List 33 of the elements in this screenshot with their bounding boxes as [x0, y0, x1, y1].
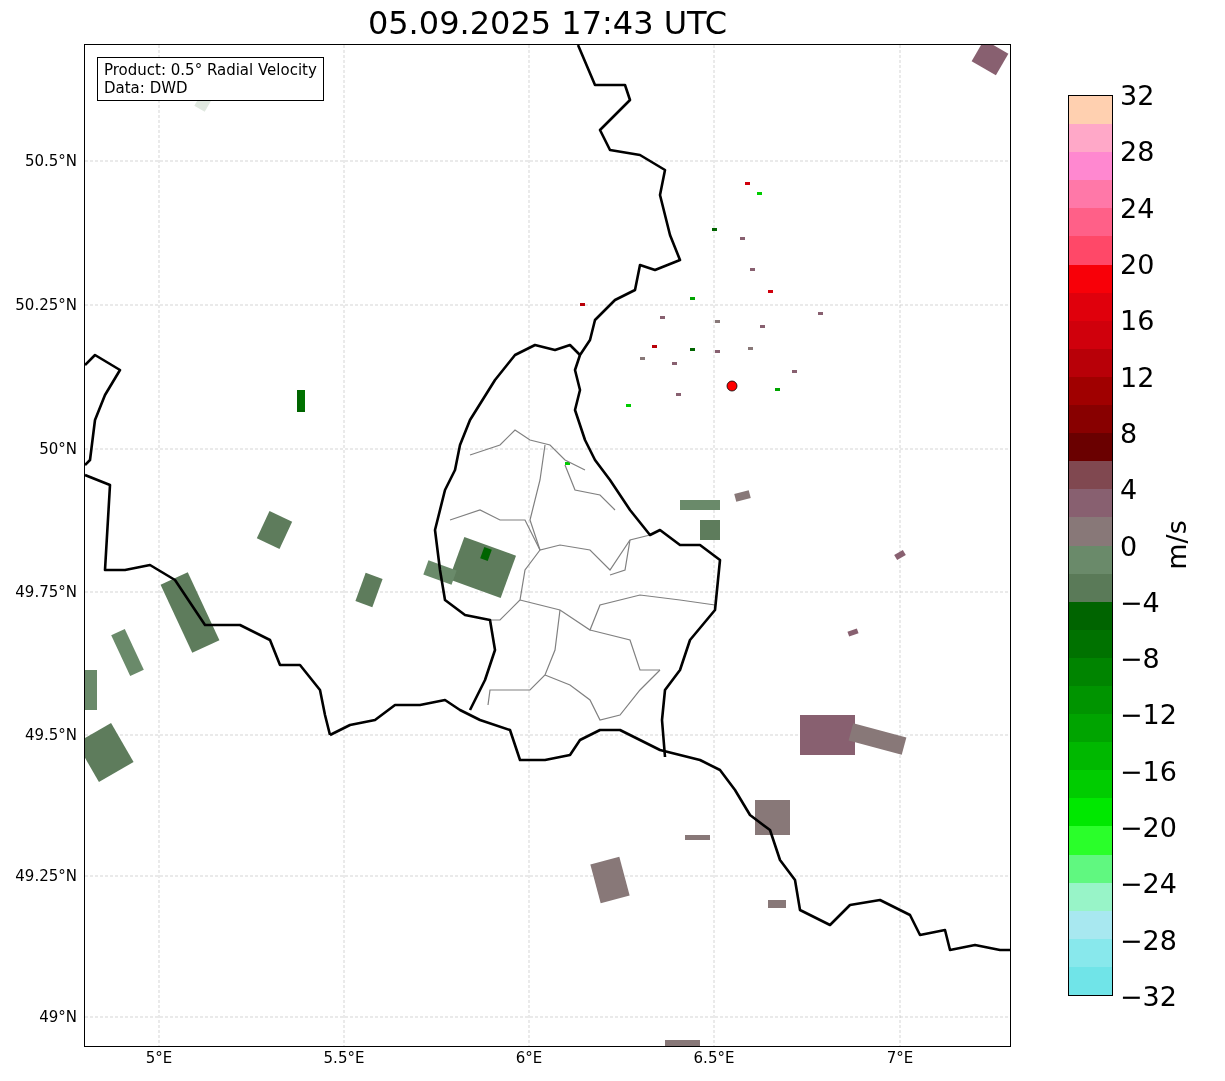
colorbar-tick-label: −28	[1120, 926, 1177, 954]
x-tick-label: 6.5°E	[693, 1051, 735, 1066]
colorbar-tick-label: −24	[1120, 869, 1177, 897]
y-tick-label: 49°N	[39, 1009, 77, 1025]
y-tick-label: 50°N	[39, 441, 77, 457]
colorbar-tick-label: 12	[1120, 363, 1155, 391]
colorbar-label: m/s	[1162, 520, 1190, 570]
y-tick-label: 49.75°N	[15, 584, 77, 600]
colorbar-tick-label: 8	[1120, 419, 1138, 447]
colorbar-tick-label: 20	[1120, 250, 1155, 278]
colorbar-tick-label: −16	[1120, 757, 1177, 785]
y-tick-label: 50.5°N	[24, 153, 77, 169]
colorbar-tick-label: 4	[1120, 475, 1138, 503]
x-tick-label: 6°E	[515, 1051, 543, 1066]
colorbar-tick-label: 24	[1120, 194, 1155, 222]
y-tick-label: 49.5°N	[24, 727, 77, 743]
info-text: Data: DWD	[104, 79, 189, 97]
x-tick-label: 5°E	[145, 1051, 173, 1066]
info-text: Product: 0.5° Radial Velocity	[104, 61, 317, 79]
colorbar-tick-label: −12	[1120, 700, 1177, 728]
colorbar-tick-label: −4	[1120, 588, 1160, 616]
colorbar-tick-label: 28	[1120, 137, 1155, 165]
y-tick-label: 50.25°N	[15, 297, 77, 313]
colorbar-tick-label: −20	[1120, 813, 1177, 841]
colorbar-tick-label: 32	[1120, 81, 1155, 109]
colorbar-tick-label: −8	[1120, 644, 1160, 672]
colorbar-tick-label: −32	[1120, 982, 1177, 1010]
colorbar-tick-label: 0	[1120, 532, 1138, 559]
x-tick-label: 5.5°E	[323, 1051, 365, 1066]
chart-title: 05.09.2025 17:43 UTC	[367, 6, 728, 39]
y-tick-label: 49.25°N	[15, 868, 77, 884]
colorbar-tick-label: 16	[1120, 306, 1155, 334]
x-tick-label: 7°E	[886, 1051, 914, 1066]
